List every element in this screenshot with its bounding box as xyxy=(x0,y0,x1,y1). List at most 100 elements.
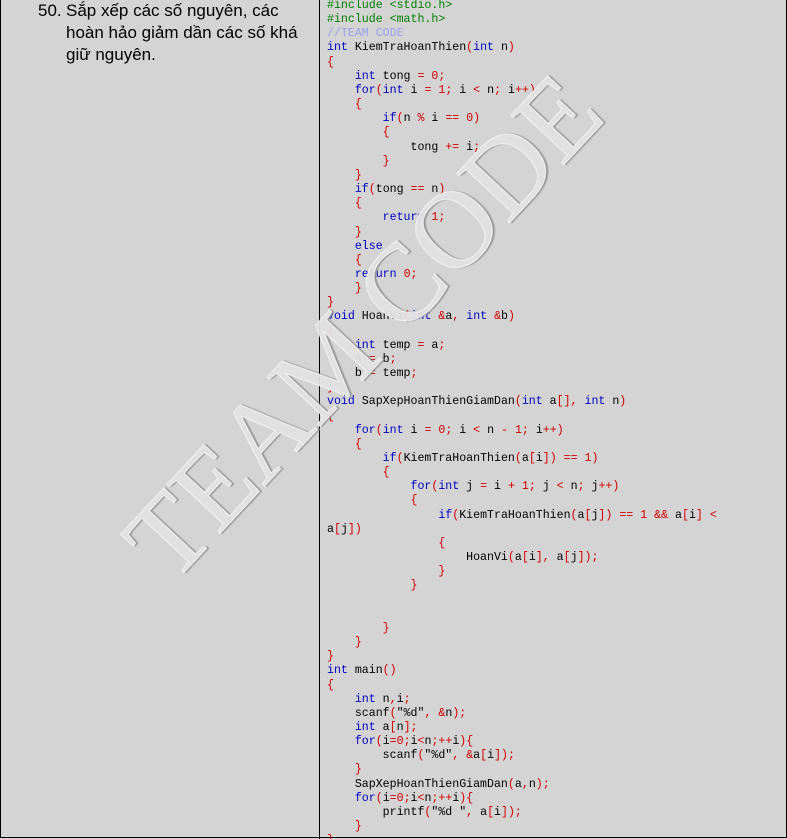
code-line: } xyxy=(327,579,418,592)
code-line: #include <stdio.h> xyxy=(327,0,452,12)
code-line: void SapXepHoanThienGiamDan(int a[], int… xyxy=(327,395,626,408)
code-line: } xyxy=(327,834,334,839)
code-token: ( xyxy=(396,452,404,465)
code-token: } xyxy=(382,154,390,168)
code-token: 0; xyxy=(438,423,453,437)
code-token: int xyxy=(521,395,543,409)
code-line: int temp = a; xyxy=(327,339,445,352)
code-token: == xyxy=(445,112,460,126)
code-token: i xyxy=(688,508,696,522)
code-token: n xyxy=(480,83,495,97)
code-token: return xyxy=(354,267,397,281)
code-token: < xyxy=(709,508,717,522)
code-token: { xyxy=(354,98,362,112)
code-token: i xyxy=(535,452,543,465)
code-token: #include <math.h> xyxy=(327,13,446,27)
code-token: i xyxy=(424,112,446,126)
code-token: ( xyxy=(514,395,522,409)
code-token: j xyxy=(584,480,599,494)
code-line: int a[n]; xyxy=(327,721,418,734)
code-token: { xyxy=(438,536,446,550)
code-line: } xyxy=(327,169,362,182)
code-token: KiemTraHoanThien xyxy=(403,452,515,465)
code-line: for(int i = 1; i < n; i++) xyxy=(327,84,536,97)
code-token: int xyxy=(473,41,494,55)
code-token: tong xyxy=(375,69,418,83)
code-line: } xyxy=(327,650,334,663)
code-token: #include <stdio.h> xyxy=(327,0,453,12)
code-token: , xyxy=(389,692,397,706)
code-token: n xyxy=(424,183,439,197)
code-line: scanf("%d", &a[i]); xyxy=(327,749,515,762)
code-line: } xyxy=(327,763,362,776)
code-token: main xyxy=(347,664,383,678)
code-line: { xyxy=(327,197,362,210)
code-token: } xyxy=(327,834,334,839)
code-line: scanf("%d", &n); xyxy=(327,707,466,720)
code-line: } xyxy=(327,565,445,578)
code-token: { xyxy=(382,126,390,140)
code-token: ;++ xyxy=(431,735,453,749)
code-token: b xyxy=(501,310,509,324)
code-token: ( xyxy=(375,791,383,805)
code-token: ]); xyxy=(501,805,522,819)
code-line: { xyxy=(327,494,418,507)
code-token: a xyxy=(473,805,488,819)
code-token: } xyxy=(354,820,362,834)
code-token: i xyxy=(528,551,536,565)
code-token: j xyxy=(570,551,578,565)
code-line: else xyxy=(327,240,383,253)
code-token: ; xyxy=(389,352,397,366)
code-token: scanf xyxy=(327,749,418,763)
code-line: } xyxy=(327,820,362,833)
code-token: i xyxy=(382,735,390,749)
code-token: if xyxy=(382,452,397,465)
code-token: return xyxy=(382,211,425,225)
problem-line-2: hoàn hảo giảm dần các số khá xyxy=(66,23,298,42)
code-line: return 0; xyxy=(327,267,418,281)
code-line: int main() xyxy=(327,664,397,677)
code-token: ( xyxy=(507,777,515,791)
code-token: KiemTraHoanThien xyxy=(459,508,571,522)
code-token: ]); xyxy=(494,749,515,763)
code-line: for(int i = 0; i < n - 1; i++) xyxy=(327,424,564,437)
code-token: [ xyxy=(487,805,495,819)
code-token: i xyxy=(452,423,474,437)
code-token: int xyxy=(354,720,376,734)
code-token: ; xyxy=(403,692,411,706)
code-token: 1; xyxy=(438,83,453,97)
code-token: void xyxy=(327,310,355,324)
code-token: for xyxy=(410,480,432,494)
code-token: 1; xyxy=(431,211,446,225)
code-line: } xyxy=(327,636,362,649)
code-line: { xyxy=(327,98,362,111)
code-line: { xyxy=(327,126,390,139)
code-token: //TEAM CODE xyxy=(327,27,404,41)
code-token: ) xyxy=(619,395,627,409)
code-token: ++) xyxy=(542,423,564,437)
code-token: [ xyxy=(563,551,571,565)
code-token: ++) xyxy=(514,83,536,97)
code-token: { xyxy=(327,324,334,338)
code-token: i xyxy=(528,423,543,437)
code-token: && xyxy=(654,508,669,522)
code-line: for(int j = i + 1; j < n; j++) xyxy=(327,480,620,494)
code-token: < xyxy=(556,480,564,494)
code-token: ( xyxy=(375,735,383,749)
code-token: temp xyxy=(375,338,418,352)
